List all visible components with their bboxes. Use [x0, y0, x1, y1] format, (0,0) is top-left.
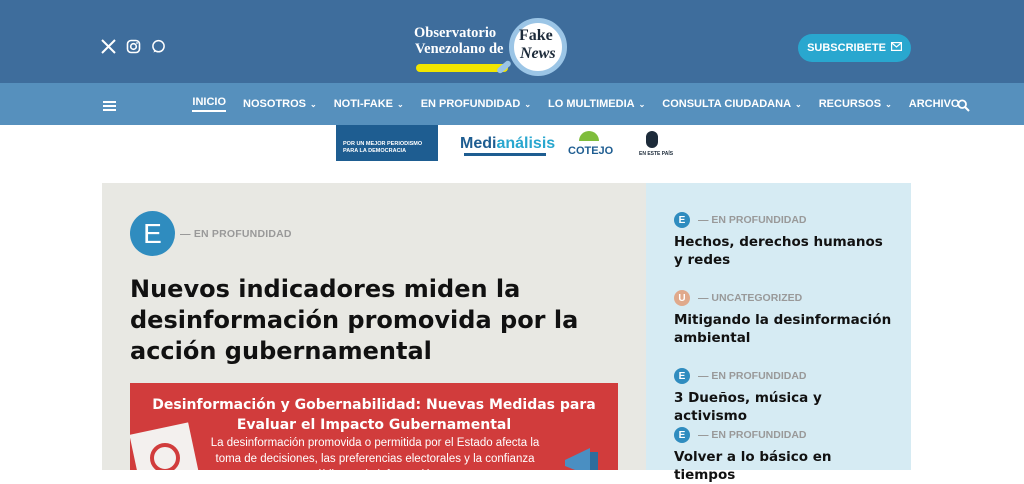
chevron-down-icon: ⌄ [795, 99, 802, 109]
category-dot: U [674, 290, 690, 306]
megaphone-icon [560, 438, 610, 470]
feature-body: La desinformación promovida o permitida … [210, 437, 540, 470]
sponsor-cotejo: COTEJO [568, 145, 614, 157]
featured-image[interactable]: Desinformación y Gobernabilidad: Nuevas … [130, 383, 618, 470]
sidebar-articles: E — EN PROFUNDIDAD Hechos, derechos huma… [646, 183, 911, 483]
menu-icon[interactable] [103, 97, 116, 111]
mail-icon [890, 42, 902, 54]
chevron-down-icon: ⌄ [885, 99, 892, 109]
article-meta: E — EN PROFUNDIDAD [674, 368, 894, 384]
nav-item-label: ARCHIVO [908, 98, 960, 110]
chevron-down-icon: ⌄ [524, 99, 532, 109]
nav-item-label: LO MULTIMEDIA [548, 98, 635, 110]
nav-item-label: RECURSOS [818, 98, 882, 110]
nav-item-nosotros[interactable]: NOSOTROS ⌄ [235, 98, 326, 110]
article-title[interactable]: Hechos, derechos humanos y redes [674, 233, 894, 269]
category-dot: E [674, 368, 690, 384]
category-dot: E [674, 212, 690, 228]
nav-item-label: NOTI-FAKE [333, 98, 393, 110]
sponsor-2a: Medi [460, 135, 497, 152]
nav-item-label: CONSULTA CIUDADANA [662, 98, 792, 110]
header: Observatorio Venezolano de Fake News SUB… [0, 0, 1024, 83]
nav-item-label: NOSOTROS [243, 98, 306, 110]
category-label[interactable]: — EN PROFUNDIDAD [698, 370, 807, 382]
x-icon[interactable] [101, 39, 116, 54]
nav-item-en-profundidad[interactable]: EN PROFUNDIDAD ⌄ [412, 98, 539, 110]
sidebar-article[interactable]: E — EN PROFUNDIDAD Volver a lo básico en… [674, 427, 894, 484]
main-nav: INICIO NOSOTROS ⌄ NOTI-FAKE ⌄ EN PROFUNDID… [0, 83, 1024, 125]
sidebar-article[interactable]: U — UNCATEGORIZED Mitigando la desinform… [674, 290, 894, 347]
sponsor-1: POR UN MEJOR PERIODISMO PARA LA DEMOCRAC… [336, 125, 438, 161]
category-label[interactable]: — UNCATEGORIZED [698, 292, 802, 304]
social-links [101, 39, 166, 54]
nav-items: INICIO NOSOTROS ⌄ NOTI-FAKE ⌄ EN PROFUNDID… [184, 83, 968, 125]
leaf-icon [579, 131, 599, 141]
logo-news: News [520, 45, 556, 62]
instagram-icon[interactable] [126, 39, 141, 54]
sponsor-banner[interactable]: POR UN MEJOR PERIODISMO PARA LA DEMOCRAC… [336, 125, 676, 161]
whatsapp-icon[interactable] [151, 39, 166, 54]
category-label[interactable]: — EN PROFUNDIDAD [180, 228, 292, 240]
sidebar-article[interactable]: E — EN PROFUNDIDAD 3 Dueños, música y ac… [674, 368, 894, 425]
magnifier-handle [495, 59, 513, 75]
search-icon[interactable] [957, 97, 970, 112]
logo-line-2: Venezolano de [415, 41, 504, 57]
article-headline[interactable]: Nuevos indicadores miden la desinformaci… [130, 274, 630, 367]
sponsor-2b: análisis [496, 135, 556, 152]
logo-line-1: Observatorio [414, 25, 497, 41]
article-title[interactable]: Volver a lo básico en tiempos [674, 448, 894, 484]
nav-item-inicio[interactable]: INICIO [184, 96, 235, 112]
nav-item-recursos[interactable]: RECURSOS ⌄ [810, 98, 900, 110]
nav-item-label: INICIO [192, 96, 227, 112]
article-title[interactable]: Mitigando la desinformación ambiental [674, 311, 894, 347]
category-badge: E [130, 211, 175, 256]
feature-title: Desinformación y Gobernabilidad: Nuevas … [152, 397, 596, 433]
subscribe-label: SUBSCRIBETE [807, 42, 886, 54]
category-label[interactable]: — EN PROFUNDIDAD [698, 429, 807, 441]
featured-article[interactable]: E — EN PROFUNDIDAD Nuevos indicadores mi… [102, 183, 646, 470]
sponsor-en-este-pais: EN ESTE PAÍS [639, 151, 674, 157]
nav-item-label: EN PROFUNDIDAD [420, 98, 521, 110]
microphone-icon [646, 131, 658, 148]
prohibited-icon [150, 443, 180, 470]
logo-highlight [416, 64, 508, 72]
category-label[interactable]: — EN PROFUNDIDAD [698, 214, 807, 226]
chevron-down-icon: ⌄ [638, 99, 646, 109]
subscribe-button[interactable]: SUBSCRIBETE [798, 34, 911, 62]
article-meta: E — EN PROFUNDIDAD [674, 212, 894, 228]
sponsor-medianalisis: Medianálisis [460, 135, 555, 153]
sidebar-article[interactable]: E — EN PROFUNDIDAD Hechos, derechos huma… [674, 212, 894, 269]
nav-item-consulta-ciudadana[interactable]: CONSULTA CIUDADANA ⌄ [654, 98, 810, 110]
article-meta: E — EN PROFUNDIDAD [674, 427, 894, 443]
nav-item-lo-multimedia[interactable]: LO MULTIMEDIA ⌄ [540, 98, 654, 110]
article-title[interactable]: 3 Dueños, música y activismo [674, 389, 894, 425]
article-meta: U — UNCATEGORIZED [674, 290, 894, 306]
chevron-down-icon: ⌄ [310, 99, 317, 109]
category-dot: E [674, 427, 690, 443]
chevron-down-icon: ⌄ [396, 99, 404, 109]
site-logo[interactable]: Observatorio Venezolano de Fake News [412, 16, 577, 80]
logo-fake: Fake [519, 27, 553, 44]
sponsor-underline [464, 153, 546, 156]
nav-item-noti-fake[interactable]: NOTI-FAKE ⌄ [325, 98, 412, 110]
